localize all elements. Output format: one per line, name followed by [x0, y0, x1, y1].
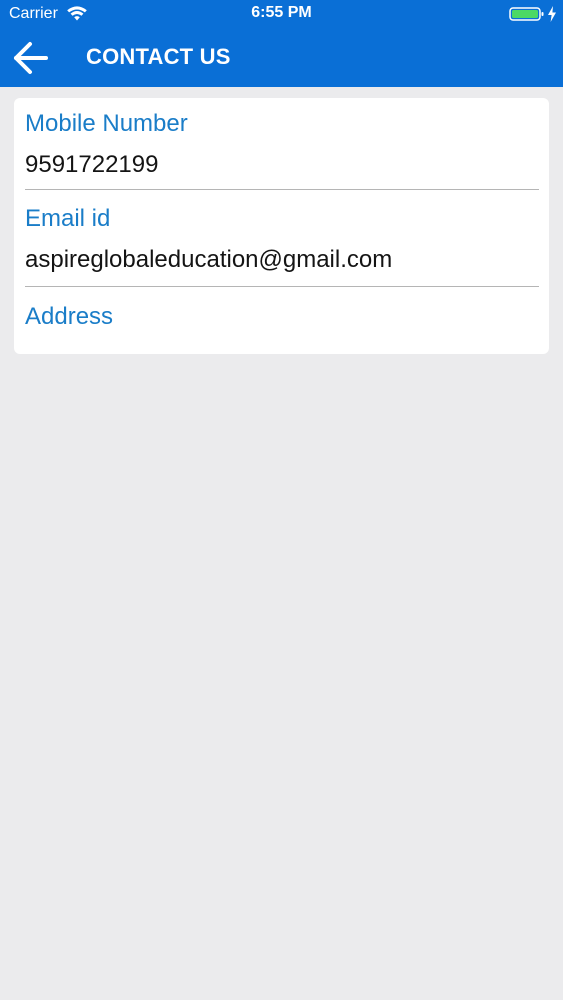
- address-field: Address: [25, 303, 539, 331]
- mobile-number-value[interactable]: 9591722199: [25, 150, 539, 180]
- battery-icon: [509, 7, 544, 21]
- back-arrow-icon[interactable]: [10, 36, 54, 80]
- app-header: Carrier 6:55 PM CONTACT US: [0, 0, 563, 87]
- page-title: CONTACT US: [86, 44, 231, 69]
- email-value[interactable]: aspireglobaleducation@gmail.com: [25, 245, 539, 275]
- address-label: Address: [25, 303, 114, 330]
- divider: [25, 189, 539, 190]
- nav-bar: CONTACT US: [0, 30, 563, 87]
- status-bar: Carrier 6:55 PM: [0, 0, 563, 30]
- contact-card: Mobile Number 9591722199 Email id aspire…: [14, 98, 549, 354]
- divider: [25, 286, 539, 287]
- mobile-number-field: Mobile Number 9591722199: [25, 110, 539, 180]
- charging-icon: [548, 6, 556, 22]
- email-field: Email id aspireglobaleducation@gmail.com: [25, 205, 539, 275]
- status-time: 6:55 PM: [251, 4, 312, 21]
- email-label: Email id: [25, 205, 111, 232]
- mobile-number-label: Mobile Number: [25, 110, 188, 137]
